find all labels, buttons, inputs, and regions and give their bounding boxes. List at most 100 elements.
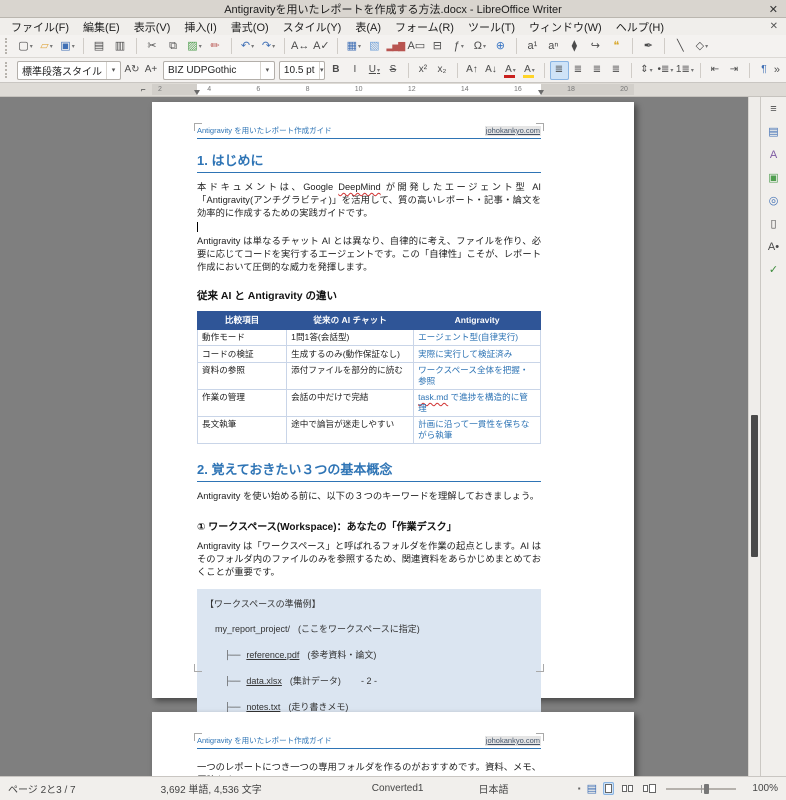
zoom-slider-thumb[interactable] xyxy=(704,784,709,794)
menu-view[interactable]: 表示(V) xyxy=(127,18,178,35)
find-replace-button[interactable]: A↔ xyxy=(290,36,311,56)
page-deck-button[interactable]: ▯ xyxy=(764,214,784,234)
menu-insert[interactable]: 挿入(I) xyxy=(177,18,223,35)
new-style-button[interactable]: A+ xyxy=(142,61,161,80)
menu-form[interactable]: フォーム(R) xyxy=(388,18,461,35)
indent-marker-left[interactable] xyxy=(194,90,200,95)
menu-help[interactable]: ヘルプ(H) xyxy=(609,18,671,35)
vertical-scrollbar[interactable] xyxy=(748,97,760,776)
scrollbar-thumb[interactable] xyxy=(751,415,758,557)
menu-window[interactable]: ウィンドウ(W) xyxy=(522,18,609,35)
close-document-button[interactable]: ✕ xyxy=(762,21,786,32)
view-book-button[interactable] xyxy=(641,782,658,795)
zoom-slider[interactable] xyxy=(666,783,736,795)
header-link[interactable]: johokankyo.com xyxy=(485,126,541,136)
chevron-down-icon[interactable]: ▾ xyxy=(106,62,120,79)
menu-tools[interactable]: ツール(T) xyxy=(461,18,522,35)
basic-shapes-button[interactable]: ◇▾ xyxy=(691,36,712,56)
toolbar-drag-handle[interactable] xyxy=(5,38,12,54)
chevron-down-icon[interactable]: ▾ xyxy=(319,62,324,79)
insert-field-button[interactable]: ƒ▾ xyxy=(448,36,469,56)
toolbar-drag-handle[interactable] xyxy=(5,62,12,78)
language-status[interactable]: 日本語 xyxy=(478,781,508,796)
formatting-marks-button[interactable]: ¶ xyxy=(755,61,774,80)
zoom-level[interactable]: 100% xyxy=(744,783,778,794)
update-style-button[interactable]: A↻ xyxy=(123,61,142,80)
view-multi-page-button[interactable] xyxy=(620,783,635,794)
word-count-status[interactable]: 3,692 単語, 4,536 文字 xyxy=(161,781,262,796)
insert-hyperlink-button[interactable]: ⊕ xyxy=(490,36,511,56)
line-spacing-button[interactable]: ⇕▾ xyxy=(637,61,656,80)
gallery-deck-button[interactable]: ▣ xyxy=(764,168,784,188)
insert-image-button[interactable]: ▧ xyxy=(364,36,385,56)
increase-font-size-button[interactable]: A↑ xyxy=(463,61,482,80)
menu-edit[interactable]: 編集(E) xyxy=(76,18,127,35)
insert-line-button[interactable]: ╲ xyxy=(670,36,691,56)
new-document-button[interactable]: ▢▾ xyxy=(15,36,36,56)
align-right-button[interactable]: ≣ xyxy=(588,61,607,80)
page-style-status[interactable]: Converted1 xyxy=(372,783,424,794)
insert-textbox-button[interactable]: A▭ xyxy=(406,36,427,56)
insert-comment-button[interactable]: ❝ xyxy=(606,36,627,56)
increase-indent-button[interactable]: ⇥ xyxy=(725,61,744,80)
open-button[interactable]: ▱▾ xyxy=(36,36,57,56)
decrease-font-size-button[interactable]: A↓ xyxy=(482,61,501,80)
document-canvas[interactable]: Antigravity を用いたレポート作成ガイド johokankyo.com… xyxy=(0,97,748,776)
page-3[interactable]: Antigravity を用いたレポート作成ガイド johokankyo.com… xyxy=(152,712,634,776)
horizontal-ruler[interactable]: ⌐ 2468101214161820 xyxy=(0,83,786,97)
strikethrough-button[interactable]: S xyxy=(384,61,403,80)
accessibility-check-deck-button[interactable]: ✓ xyxy=(764,260,784,280)
cut-button[interactable]: ✂ xyxy=(142,36,163,56)
paragraph-style-combo[interactable]: 標準段落スタイル ▾ xyxy=(17,61,121,80)
font-size-combo[interactable]: 10.5 pt ▾ xyxy=(279,61,325,80)
track-changes-button[interactable]: ✒ xyxy=(638,36,659,56)
menu-format[interactable]: 書式(O) xyxy=(224,18,276,35)
tab-stop-selector[interactable]: ⌐ xyxy=(141,85,146,94)
menu-file[interactable]: ファイル(F) xyxy=(4,18,76,35)
toolbar-overflow-button[interactable]: » xyxy=(774,64,780,76)
styles-deck-button[interactable]: A xyxy=(764,145,784,165)
sidebar-menu-button[interactable]: ≡ xyxy=(764,99,784,119)
chevron-down-icon[interactable]: ▾ xyxy=(260,62,274,79)
insert-chart-button[interactable]: ▂▅▇ xyxy=(385,36,406,56)
window-close-button[interactable]: ✕ xyxy=(769,0,778,18)
align-left-button[interactable]: ≣ xyxy=(550,61,569,80)
paste-button[interactable]: ▨▾ xyxy=(184,36,205,56)
page-2[interactable]: Antigravity を用いたレポート作成ガイド johokankyo.com… xyxy=(152,102,634,698)
insert-special-character-button[interactable]: Ω▾ xyxy=(469,36,490,56)
print-preview-button[interactable]: ▥ xyxy=(110,36,131,56)
header-link[interactable]: johokankyo.com xyxy=(485,736,541,746)
bullet-list-button[interactable]: •≣▾ xyxy=(656,61,675,80)
page-count-status[interactable]: ページ 2と3 / 7 xyxy=(8,781,76,796)
save-button[interactable]: ▣▾ xyxy=(57,36,78,56)
menu-table[interactable]: 表(A) xyxy=(348,18,388,35)
style-inspector-deck-button[interactable]: A• xyxy=(764,237,784,257)
insert-endnote-button[interactable]: aⁿ xyxy=(543,36,564,56)
clone-formatting-button[interactable]: ✏ xyxy=(205,36,226,56)
spelling-button[interactable]: A✓ xyxy=(311,36,332,56)
font-name-combo[interactable]: BIZ UDPGothic ▾ xyxy=(163,61,275,80)
insert-cross-reference-button[interactable]: ↪ xyxy=(585,36,606,56)
copy-button[interactable]: ⧉ xyxy=(163,36,184,56)
menu-styles[interactable]: スタイル(Y) xyxy=(276,18,349,35)
italic-button[interactable]: I xyxy=(346,61,365,80)
undo-button[interactable]: ↶▾ xyxy=(237,36,258,56)
properties-deck-button[interactable]: ▤ xyxy=(764,122,784,142)
navigator-deck-button[interactable]: ◎ xyxy=(764,191,784,211)
insert-footnote-button[interactable]: a¹ xyxy=(522,36,543,56)
bold-button[interactable]: B xyxy=(327,61,346,80)
highlight-color-button[interactable]: A▾ xyxy=(520,61,539,80)
numbered-list-button[interactable]: 1≣▾ xyxy=(675,61,695,80)
superscript-button[interactable]: x² xyxy=(414,61,433,80)
print-button[interactable]: ▤ xyxy=(89,36,110,56)
insert-bookmark-button[interactable]: ⧫ xyxy=(564,36,585,56)
insert-page-break-button[interactable]: ⊟ xyxy=(427,36,448,56)
font-color-button[interactable]: A▾ xyxy=(501,61,520,80)
subscript-button[interactable]: x₂ xyxy=(433,61,452,80)
indent-marker-right[interactable] xyxy=(538,90,544,95)
view-single-page-button[interactable] xyxy=(603,782,614,795)
insert-table-button[interactable]: ▦▾ xyxy=(343,36,364,56)
justify-button[interactable]: ≣ xyxy=(607,61,626,80)
decrease-indent-button[interactable]: ⇤ xyxy=(706,61,725,80)
redo-button[interactable]: ↷▾ xyxy=(258,36,279,56)
